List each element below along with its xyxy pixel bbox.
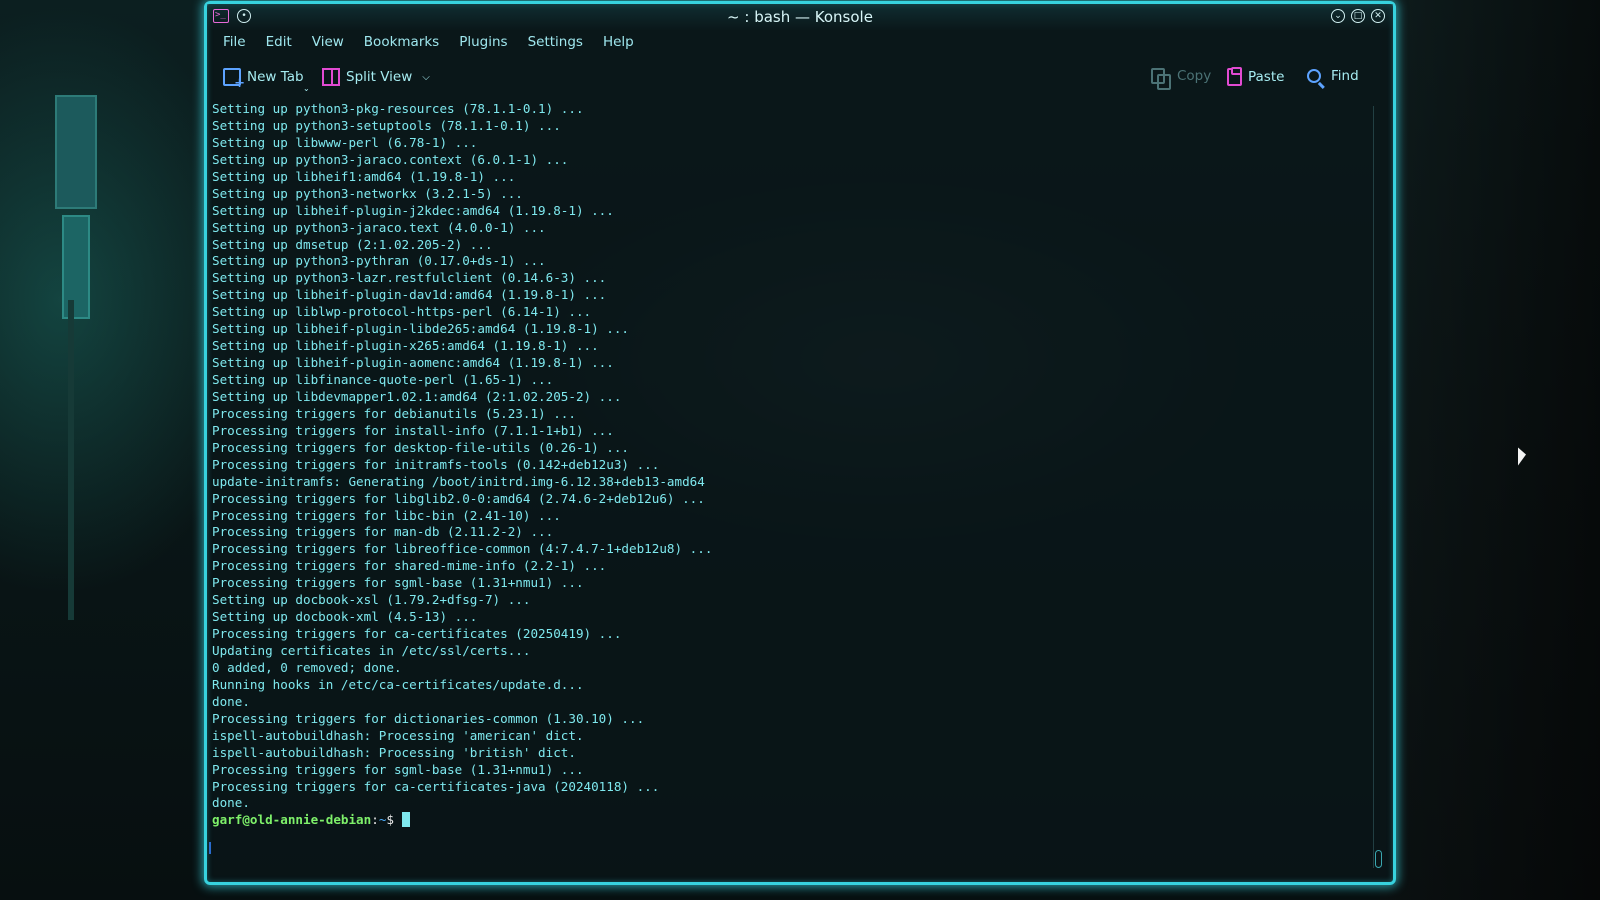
terminal-line: Running hooks in /etc/ca-certificates/up… bbox=[212, 676, 584, 692]
menu-bar: File Edit View Bookmarks Plugins Setting… bbox=[213, 32, 644, 56]
window-title: ~ : bash — Konsole bbox=[727, 8, 873, 26]
search-icon bbox=[1307, 69, 1321, 83]
terminal-line: Processing triggers for shared-mime-info… bbox=[212, 558, 607, 574]
terminal-line: Setting up python3-setuptools (78.1.1-0.… bbox=[212, 117, 561, 133]
terminal-output[interactable]: Setting up python3-pkg-resources (78.1.1… bbox=[212, 101, 1352, 853]
terminal-line: Setting up python3-networkx (3.2.1-5) ..… bbox=[212, 185, 523, 201]
paste-label: Paste bbox=[1248, 69, 1285, 85]
close-icon[interactable]: ✕ bbox=[1371, 9, 1385, 23]
clipboard-icon bbox=[1227, 67, 1242, 86]
scrollbar-thumb[interactable] bbox=[1375, 850, 1382, 868]
terminal-line: Updating certificates in /etc/ssl/certs.… bbox=[212, 643, 531, 658]
pin-icon[interactable]: • bbox=[237, 9, 251, 23]
prompt-user-host: garf@old-annie-debian bbox=[212, 812, 372, 828]
terminal-icon[interactable]: >_ bbox=[213, 9, 229, 23]
terminal-line: update-initramfs: Generating /boot/initr… bbox=[212, 473, 705, 489]
terminal-line: Setting up python3-pkg-resources (78.1.1… bbox=[212, 101, 584, 116]
find-label: Find bbox=[1331, 68, 1359, 84]
terminal-line: Setting up docbook-xml (4.5-13) ... bbox=[212, 609, 478, 625]
terminal-line: Setting up docbook-xsl (1.79.2+dfsg-7) .… bbox=[212, 592, 531, 608]
title-bar[interactable]: >_ • ~ : bash — Konsole ⌄ □ ✕ bbox=[207, 4, 1393, 30]
terminal-line: done. bbox=[212, 693, 250, 709]
copy-icon bbox=[1151, 68, 1171, 90]
terminal-line: Setting up libheif-plugin-dav1d:amd64 (1… bbox=[212, 287, 607, 303]
terminal-line: 0 added, 0 removed; done. bbox=[212, 659, 402, 675]
konsole-window: >_ • ~ : bash — Konsole ⌄ □ ✕ File Edit … bbox=[204, 1, 1396, 885]
terminal-line: Setting up libwww-perl (6.78-1) ... bbox=[212, 134, 478, 150]
terminal-line: ispell-autobuildhash: Processing 'americ… bbox=[212, 727, 584, 743]
terminal-line: Setting up libfinance-quote-perl (1.65-1… bbox=[212, 372, 554, 387]
scrollbar[interactable] bbox=[1373, 106, 1382, 868]
copy-label: Copy bbox=[1177, 68, 1212, 84]
terminal-line: Processing triggers for dictionaries-com… bbox=[212, 710, 645, 726]
new-tab-dropdown-icon[interactable]: ⌄ bbox=[303, 84, 310, 93]
terminal-line: Processing triggers for sgml-base (1.31+… bbox=[212, 761, 584, 777]
split-view-button[interactable]: Split View ⌵ bbox=[322, 68, 430, 86]
background-parking-sign bbox=[62, 215, 90, 319]
chevron-down-icon[interactable]: ⌄ bbox=[1331, 9, 1345, 23]
terminal-line: ispell-autobuildhash: Processing 'britis… bbox=[212, 744, 576, 760]
prompt-line[interactable]: garf@old-annie-debian:~$ bbox=[212, 812, 1352, 829]
mouse-pointer-icon bbox=[1518, 447, 1526, 469]
terminal-line: Setting up dmsetup (2:1.02.205-2) ... bbox=[212, 236, 493, 252]
menu-edit[interactable]: Edit bbox=[256, 32, 302, 56]
prompt-separator: : bbox=[371, 812, 379, 828]
copy-button[interactable]: Copy bbox=[1151, 68, 1212, 90]
new-tab-label: New Tab bbox=[247, 69, 304, 85]
terminal-line: Processing triggers for initramfs-tools … bbox=[212, 456, 660, 472]
toolbar: New Tab ⌄ Split View ⌵ Copy Paste Find bbox=[207, 64, 1393, 94]
scroll-marker bbox=[209, 842, 211, 854]
terminal-line: Setting up libheif-plugin-aomenc:amd64 (… bbox=[212, 355, 614, 371]
terminal-line: Processing triggers for libreoffice-comm… bbox=[212, 541, 713, 557]
terminal-line: Setting up python3-lazr.restfulclient (0… bbox=[212, 270, 607, 286]
split-view-icon bbox=[322, 68, 340, 86]
menu-plugins[interactable]: Plugins bbox=[449, 32, 517, 56]
terminal-line: Setting up liblwp-protocol-https-perl (6… bbox=[212, 304, 592, 320]
terminal-line: Processing triggers for man-db (2.11.2-2… bbox=[212, 524, 554, 540]
terminal-line: Processing triggers for install-info (7.… bbox=[212, 422, 614, 438]
terminal-line: Setting up libheif1:amd64 (1.19.8-1) ... bbox=[212, 168, 516, 184]
menu-settings[interactable]: Settings bbox=[518, 32, 593, 56]
title-bar-left-controls: >_ • bbox=[213, 9, 251, 23]
terminal-line: Setting up python3-jaraco.text (4.0.0-1)… bbox=[212, 219, 546, 235]
maximize-icon[interactable]: □ bbox=[1351, 9, 1365, 23]
terminal-line: Processing triggers for ca-certificates-… bbox=[212, 778, 660, 794]
terminal-line: Setting up libheif-plugin-j2kdec:amd64 (… bbox=[212, 202, 614, 218]
terminal-line: Processing triggers for desktop-file-uti… bbox=[212, 439, 630, 455]
menu-bookmarks[interactable]: Bookmarks bbox=[354, 32, 449, 56]
terminal-line: Processing triggers for libc-bin (2.41-1… bbox=[212, 507, 561, 523]
terminal-line: Setting up libheif-plugin-libde265:amd64… bbox=[212, 321, 630, 337]
new-tab-icon bbox=[223, 68, 245, 91]
text-cursor bbox=[401, 812, 410, 828]
terminal-line: Setting up libdevmapper1.02.1:amd64 (2:1… bbox=[212, 388, 622, 404]
terminal-line: Processing triggers for sgml-base (1.31+… bbox=[212, 575, 584, 591]
background-shade bbox=[1380, 0, 1600, 900]
terminal-line: Setting up python3-pythran (0.17.0+ds-1)… bbox=[212, 253, 546, 269]
menu-file[interactable]: File bbox=[213, 32, 256, 56]
terminal-line: Processing triggers for debianutils (5.2… bbox=[212, 405, 576, 421]
menu-view[interactable]: View bbox=[302, 32, 354, 56]
terminal-line: Setting up python3-jaraco.context (6.0.1… bbox=[212, 151, 569, 167]
new-tab-button[interactable]: New Tab bbox=[223, 68, 304, 91]
paste-button[interactable]: Paste bbox=[1227, 67, 1285, 86]
terminal-line: Processing triggers for ca-certificates … bbox=[212, 626, 622, 642]
background-pole bbox=[68, 300, 74, 620]
prompt-symbol: $ bbox=[386, 812, 402, 828]
menu-help[interactable]: Help bbox=[593, 32, 644, 56]
background-sign bbox=[55, 95, 97, 209]
terminal-line: done. bbox=[212, 795, 250, 811]
split-view-label: Split View bbox=[346, 69, 413, 85]
terminal-line: Processing triggers for libglib2.0-0:amd… bbox=[212, 490, 705, 506]
terminal-line: Setting up libheif-plugin-x265:amd64 (1.… bbox=[212, 338, 599, 354]
chevron-down-icon[interactable]: ⌵ bbox=[422, 72, 430, 83]
find-button[interactable]: Find bbox=[1307, 68, 1359, 84]
window-controls: ⌄ □ ✕ bbox=[1331, 9, 1385, 23]
